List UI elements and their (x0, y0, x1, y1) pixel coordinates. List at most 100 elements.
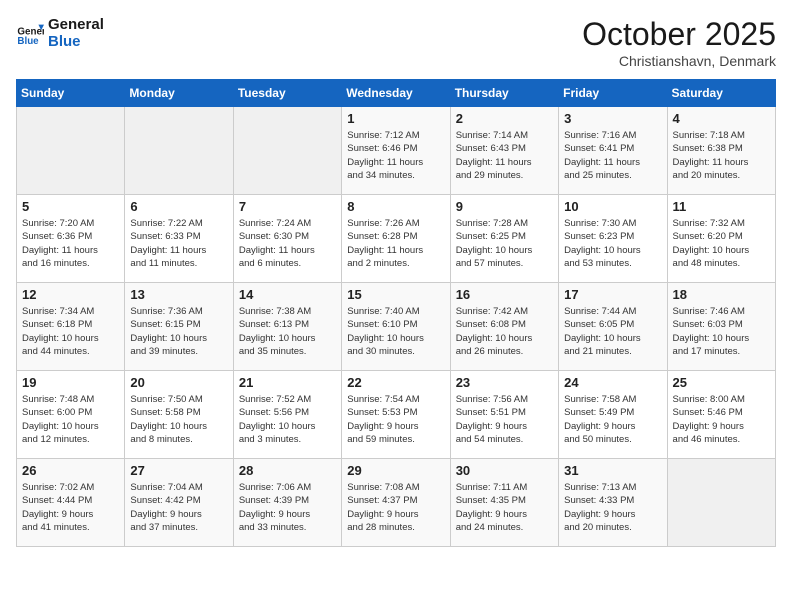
day-number: 6 (130, 199, 227, 214)
day-number: 27 (130, 463, 227, 478)
weekday-header-monday: Monday (125, 80, 233, 107)
calendar-cell: 11Sunrise: 7:32 AM Sunset: 6:20 PM Dayli… (667, 195, 775, 283)
calendar-cell: 7Sunrise: 7:24 AM Sunset: 6:30 PM Daylig… (233, 195, 341, 283)
day-info: Sunrise: 8:00 AM Sunset: 5:46 PM Dayligh… (673, 393, 770, 446)
day-info: Sunrise: 7:13 AM Sunset: 4:33 PM Dayligh… (564, 481, 661, 534)
calendar-week-2: 5 Sunrise: 7:20 AM Sunset: 6:36 PM Daylig… (17, 195, 776, 283)
calendar-cell: 19Sunrise: 7:48 AM Sunset: 6:00 PM Dayli… (17, 371, 125, 459)
calendar-cell: 14 Sunrise: 7:38 AM Sunset: 6:13 PM Dayli… (233, 283, 341, 371)
day-number: 18 (673, 287, 770, 302)
calendar-cell: 21 Sunrise: 7:52 AM Sunset: 5:56 PM Dayli… (233, 371, 341, 459)
day-number: 29 (347, 463, 444, 478)
calendar-cell: 28Sunrise: 7:06 AM Sunset: 4:39 PM Dayli… (233, 459, 341, 547)
location: Christianshavn, Denmark (582, 53, 776, 69)
calendar-cell (233, 107, 341, 195)
day-number: 3 (564, 111, 661, 126)
calendar-cell: 13 Sunrise: 7:36 AM Sunset: 6:15 PM Dayli… (125, 283, 233, 371)
day-info: Sunrise: 7:34 AM Sunset: 6:18 PM Dayligh… (22, 305, 119, 358)
month-title: October 2025 (582, 16, 776, 53)
day-info: Sunrise: 7:58 AM Sunset: 5:49 PM Dayligh… (564, 393, 661, 446)
calendar-week-1: 1Sunrise: 7:12 AM Sunset: 6:46 PM Daylig… (17, 107, 776, 195)
day-number: 10 (564, 199, 661, 214)
day-info: Sunrise: 7:40 AM Sunset: 6:10 PM Dayligh… (347, 305, 444, 358)
day-info: Sunrise: 7:24 AM Sunset: 6:30 PM Dayligh… (239, 217, 336, 270)
calendar-cell: 29Sunrise: 7:08 AM Sunset: 4:37 PM Dayli… (342, 459, 450, 547)
weekday-header-wednesday: Wednesday (342, 80, 450, 107)
calendar-cell: 22 Sunrise: 7:54 AM Sunset: 5:53 PM Dayli… (342, 371, 450, 459)
calendar-cell: 25Sunrise: 8:00 AM Sunset: 5:46 PM Dayli… (667, 371, 775, 459)
page-header: General Blue General Blue October 2025 C… (16, 16, 776, 69)
day-number: 20 (130, 375, 227, 390)
day-info: Sunrise: 7:22 AM Sunset: 6:33 PM Dayligh… (130, 217, 227, 270)
calendar-cell: 31Sunrise: 7:13 AM Sunset: 4:33 PM Dayli… (559, 459, 667, 547)
day-number: 22 (347, 375, 444, 390)
day-number: 9 (456, 199, 553, 214)
day-info: Sunrise: 7:54 AM Sunset: 5:53 PM Dayligh… (347, 393, 444, 446)
day-number: 17 (564, 287, 661, 302)
day-info: Sunrise: 7:46 AM Sunset: 6:03 PM Dayligh… (673, 305, 770, 358)
calendar-cell: 8Sunrise: 7:26 AM Sunset: 6:28 PM Daylig… (342, 195, 450, 283)
svg-text:Blue: Blue (17, 36, 39, 47)
day-number: 16 (456, 287, 553, 302)
day-info: Sunrise: 7:20 AM Sunset: 6:36 PM Dayligh… (22, 217, 119, 270)
weekday-header-saturday: Saturday (667, 80, 775, 107)
calendar-cell: 12 Sunrise: 7:34 AM Sunset: 6:18 PM Dayli… (17, 283, 125, 371)
day-number: 24 (564, 375, 661, 390)
day-info: Sunrise: 7:48 AM Sunset: 6:00 PM Dayligh… (22, 393, 119, 446)
calendar-cell: 17Sunrise: 7:44 AM Sunset: 6:05 PM Dayli… (559, 283, 667, 371)
calendar-cell: 6 Sunrise: 7:22 AM Sunset: 6:33 PM Daylig… (125, 195, 233, 283)
title-block: October 2025 Christianshavn, Denmark (582, 16, 776, 69)
calendar-cell: 26 Sunrise: 7:02 AM Sunset: 4:44 PM Dayli… (17, 459, 125, 547)
calendar-cell: 9 Sunrise: 7:28 AM Sunset: 6:25 PM Daylig… (450, 195, 558, 283)
day-number: 13 (130, 287, 227, 302)
calendar-cell: 27 Sunrise: 7:04 AM Sunset: 4:42 PM Dayli… (125, 459, 233, 547)
day-number: 26 (22, 463, 119, 478)
calendar-week-4: 19Sunrise: 7:48 AM Sunset: 6:00 PM Dayli… (17, 371, 776, 459)
calendar-cell: 18 Sunrise: 7:46 AM Sunset: 6:03 PM Dayli… (667, 283, 775, 371)
day-number: 2 (456, 111, 553, 126)
day-info: Sunrise: 7:26 AM Sunset: 6:28 PM Dayligh… (347, 217, 444, 270)
calendar-cell: 10 Sunrise: 7:30 AM Sunset: 6:23 PM Dayli… (559, 195, 667, 283)
logo-line1: General (48, 16, 104, 33)
day-info: Sunrise: 7:11 AM Sunset: 4:35 PM Dayligh… (456, 481, 553, 534)
day-info: Sunrise: 7:52 AM Sunset: 5:56 PM Dayligh… (239, 393, 336, 446)
weekday-header-thursday: Thursday (450, 80, 558, 107)
calendar-cell: 4Sunrise: 7:18 AM Sunset: 6:38 PM Daylig… (667, 107, 775, 195)
day-info: Sunrise: 7:16 AM Sunset: 6:41 PM Dayligh… (564, 129, 661, 182)
day-info: Sunrise: 7:36 AM Sunset: 6:15 PM Dayligh… (130, 305, 227, 358)
calendar-header-row: SundayMondayTuesdayWednesdayThursdayFrid… (17, 80, 776, 107)
day-info: Sunrise: 7:32 AM Sunset: 6:20 PM Dayligh… (673, 217, 770, 270)
calendar-cell (17, 107, 125, 195)
calendar-cell: 24 Sunrise: 7:58 AM Sunset: 5:49 PM Dayli… (559, 371, 667, 459)
calendar-cell (667, 459, 775, 547)
day-info: Sunrise: 7:06 AM Sunset: 4:39 PM Dayligh… (239, 481, 336, 534)
day-number: 5 (22, 199, 119, 214)
calendar-week-3: 12 Sunrise: 7:34 AM Sunset: 6:18 PM Dayli… (17, 283, 776, 371)
calendar-cell: 20 Sunrise: 7:50 AM Sunset: 5:58 PM Dayli… (125, 371, 233, 459)
calendar-cell: 30 Sunrise: 7:11 AM Sunset: 4:35 PM Dayli… (450, 459, 558, 547)
calendar-cell: 2Sunrise: 7:14 AM Sunset: 6:43 PM Daylig… (450, 107, 558, 195)
logo-line2: Blue (48, 33, 104, 50)
weekday-header-friday: Friday (559, 80, 667, 107)
day-info: Sunrise: 7:38 AM Sunset: 6:13 PM Dayligh… (239, 305, 336, 358)
day-info: Sunrise: 7:50 AM Sunset: 5:58 PM Dayligh… (130, 393, 227, 446)
weekday-header-sunday: Sunday (17, 80, 125, 107)
calendar-table: SundayMondayTuesdayWednesdayThursdayFrid… (16, 79, 776, 547)
calendar-cell: 1Sunrise: 7:12 AM Sunset: 6:46 PM Daylig… (342, 107, 450, 195)
day-info: Sunrise: 7:30 AM Sunset: 6:23 PM Dayligh… (564, 217, 661, 270)
day-number: 23 (456, 375, 553, 390)
day-number: 30 (456, 463, 553, 478)
day-number: 14 (239, 287, 336, 302)
day-number: 21 (239, 375, 336, 390)
day-info: Sunrise: 7:18 AM Sunset: 6:38 PM Dayligh… (673, 129, 770, 182)
logo: General Blue General Blue (16, 16, 104, 50)
day-info: Sunrise: 7:02 AM Sunset: 4:44 PM Dayligh… (22, 481, 119, 534)
weekday-header-tuesday: Tuesday (233, 80, 341, 107)
calendar-cell: 5 Sunrise: 7:20 AM Sunset: 6:36 PM Daylig… (17, 195, 125, 283)
day-number: 1 (347, 111, 444, 126)
calendar-body: 1Sunrise: 7:12 AM Sunset: 6:46 PM Daylig… (17, 107, 776, 547)
day-info: Sunrise: 7:04 AM Sunset: 4:42 PM Dayligh… (130, 481, 227, 534)
day-number: 12 (22, 287, 119, 302)
day-info: Sunrise: 7:56 AM Sunset: 5:51 PM Dayligh… (456, 393, 553, 446)
day-info: Sunrise: 7:28 AM Sunset: 6:25 PM Dayligh… (456, 217, 553, 270)
